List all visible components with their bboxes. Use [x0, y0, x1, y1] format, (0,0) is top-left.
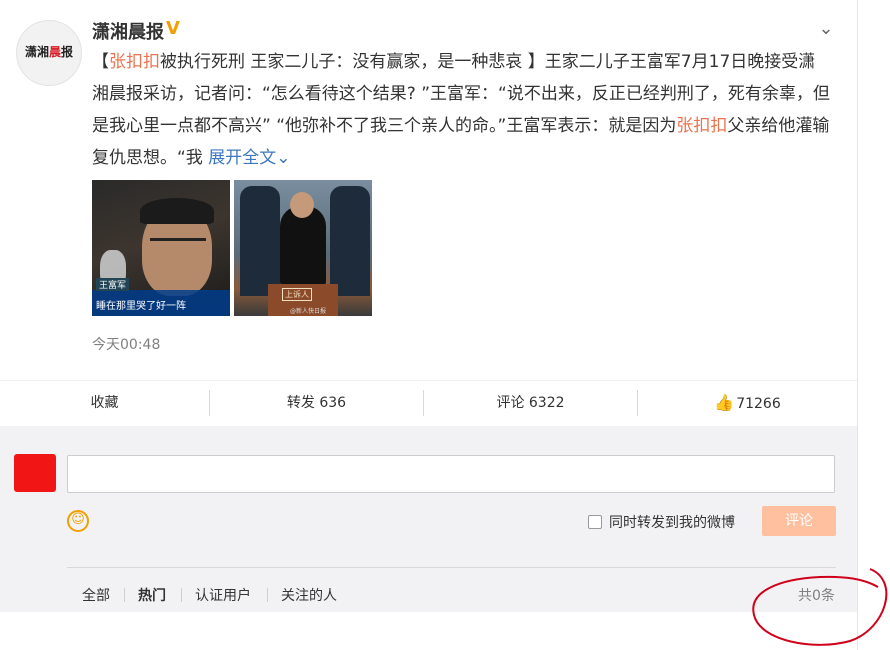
- divider: [267, 588, 268, 602]
- page-gutter: [857, 0, 890, 650]
- also-repost-checkbox[interactable]: [588, 515, 602, 529]
- author-name[interactable]: 潇湘晨报: [92, 18, 164, 44]
- post-timestamp[interactable]: 今天00:48: [92, 334, 160, 354]
- avatar[interactable]: 潇湘晨报: [16, 20, 82, 86]
- topic-link[interactable]: 张扣扣: [676, 116, 727, 136]
- image-defendant-head: [290, 192, 314, 218]
- image-glasses: [150, 238, 206, 251]
- image-officer-right: [330, 186, 370, 296]
- chevron-down-icon: ⌄: [276, 148, 291, 168]
- submit-comment-button[interactable]: 评论: [762, 506, 836, 536]
- image-officer-left: [240, 186, 280, 296]
- post-image-1[interactable]: 王富军 睡在那里哭了好一阵: [92, 180, 230, 316]
- image-hair: [140, 198, 214, 224]
- verified-v-icon: V: [166, 18, 180, 39]
- filter-following[interactable]: 关注的人: [281, 585, 337, 605]
- dock-label: 上诉人: [282, 288, 312, 301]
- thumbs-up-icon: 👍: [714, 393, 735, 412]
- chevron-down-icon[interactable]: ⌄: [814, 18, 838, 42]
- red-circle-annotation: [752, 568, 888, 646]
- also-repost-label[interactable]: 同时转发到我的微博: [609, 512, 735, 532]
- favorite-button[interactable]: 收藏: [0, 381, 209, 427]
- avatar-logo: 潇湘晨报: [24, 45, 74, 59]
- divider: [67, 567, 836, 568]
- like-count: 71266: [736, 396, 781, 412]
- filter-hot[interactable]: 热门: [138, 585, 166, 605]
- comment-button[interactable]: 评论 6322: [424, 381, 637, 427]
- post-text: 【张扣扣被执行死刑 王家二儿子：没有赢家，是一种悲哀 】王家二儿子王富军7月17…: [92, 46, 832, 174]
- smiley-icon[interactable]: ☺: [67, 510, 89, 532]
- post-bracket: 【: [92, 52, 109, 72]
- expand-link[interactable]: 展开全文⌄: [208, 148, 290, 168]
- current-user-avatar: [14, 454, 56, 492]
- comment-input[interactable]: [67, 455, 835, 493]
- topic-link[interactable]: 张扣扣: [109, 52, 160, 72]
- divider: [124, 588, 125, 602]
- image-caption-bar: 王富军 睡在那里哭了好一阵: [92, 278, 230, 316]
- filter-all[interactable]: 全部: [82, 585, 110, 605]
- caption-text: 睡在那里哭了好一阵: [96, 301, 186, 312]
- filter-verified[interactable]: 认证用户: [195, 585, 251, 605]
- like-button[interactable]: 👍 71266: [638, 381, 857, 427]
- image-watermark: @新人快日报: [290, 308, 327, 315]
- action-bar: 收藏 转发 636 评论 6322 👍 71266: [0, 380, 857, 427]
- comment-area: ☺ 同时转发到我的微博 评论 全部 热门 认证用户 关注的人 共0条: [0, 426, 857, 612]
- image-defendant: [280, 206, 326, 286]
- repost-button[interactable]: 转发 636: [210, 381, 423, 427]
- post-image-2[interactable]: 上诉人 @新人快日报: [234, 180, 372, 316]
- caption-name: 王富军: [96, 278, 130, 291]
- divider: [181, 588, 182, 602]
- weibo-post-card: 潇湘晨报 潇湘晨报 V ⌄ 【张扣扣被执行死刑 王家二儿子：没有赢家，是一种悲哀…: [0, 0, 857, 650]
